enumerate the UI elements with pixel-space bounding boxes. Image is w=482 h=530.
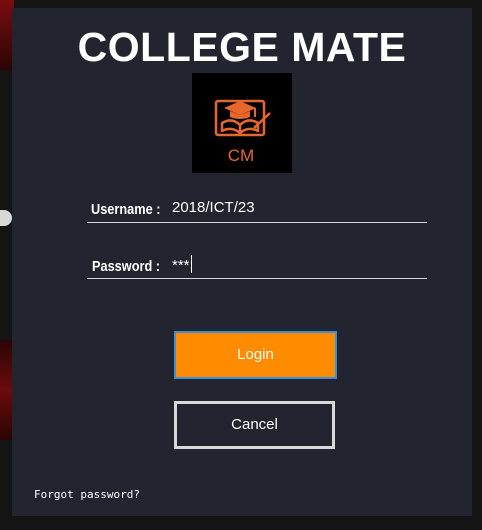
college-mate-logo: CM <box>192 73 292 173</box>
username-underline <box>87 222 427 223</box>
login-window: COLLEGE MATE CM Username : 2018/ICT/23 P… <box>12 8 472 516</box>
graduation-cap-book-icon: CM <box>214 99 271 165</box>
logo-text: CM <box>228 146 254 165</box>
login-button[interactable]: Login <box>174 331 337 379</box>
username-label: Username : <box>91 201 161 218</box>
password-input[interactable]: *** <box>172 255 192 274</box>
text-caret <box>190 255 192 273</box>
background-element <box>0 210 12 226</box>
forgot-password-link[interactable]: Forgot password? <box>34 488 140 501</box>
username-input[interactable]: 2018/ICT/23 <box>172 199 255 216</box>
app-title: COLLEGE MATE <box>77 24 407 70</box>
password-underline <box>87 278 427 279</box>
cancel-button[interactable]: Cancel <box>174 401 335 449</box>
password-label: Password : <box>92 258 161 275</box>
password-value: *** <box>172 257 190 274</box>
